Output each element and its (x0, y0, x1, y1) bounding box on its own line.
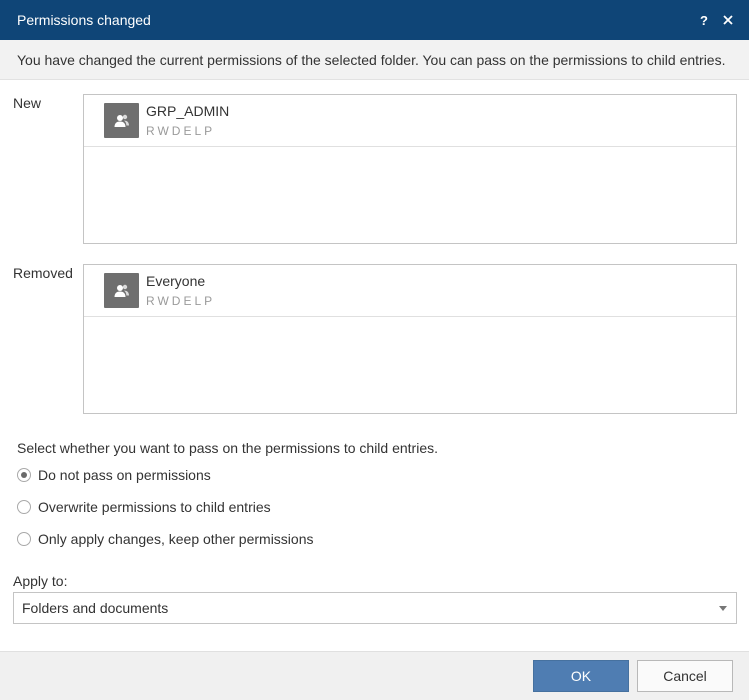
radio-overwrite-permissions[interactable]: Overwrite permissions to child entries (17, 499, 271, 515)
removed-section-label: Removed (13, 265, 73, 281)
radio-do-not-pass-on[interactable]: Do not pass on permissions (17, 467, 211, 483)
info-text: You have changed the current permissions… (17, 52, 726, 68)
pass-on-question: Select whether you want to pass on the p… (17, 440, 438, 456)
ok-button[interactable]: OK (533, 660, 629, 692)
new-section-label: New (13, 95, 42, 111)
permission-name: Everyone (146, 272, 206, 289)
list-item[interactable]: Everyone RWDELP (84, 265, 736, 317)
dialog-title: Permissions changed (17, 12, 151, 28)
radio-button[interactable] (17, 500, 31, 514)
list-item[interactable]: GRP_ADMIN RWDELP (84, 95, 736, 147)
permission-name: GRP_ADMIN (146, 102, 230, 119)
info-banner: You have changed the current permissions… (0, 40, 749, 80)
apply-to-label: Apply to: (13, 573, 68, 589)
radio-only-apply-changes[interactable]: Only apply changes, keep other permissio… (17, 531, 313, 547)
new-permissions-list[interactable]: GRP_ADMIN RWDELP (83, 94, 737, 244)
user-group-icon (104, 273, 139, 308)
removed-permissions-list[interactable]: Everyone RWDELP (83, 264, 737, 414)
radio-button[interactable] (17, 532, 31, 546)
dialog-titlebar: Permissions changed ? (0, 0, 749, 40)
apply-to-select[interactable]: Folders and documents (13, 592, 737, 624)
radio-button[interactable] (17, 468, 31, 482)
close-icon[interactable] (719, 11, 737, 29)
chevron-down-icon[interactable] (719, 605, 727, 611)
question-icon[interactable]: ? (695, 11, 713, 29)
permission-rights: RWDELP (146, 123, 216, 138)
radio-label: Only apply changes, keep other permissio… (38, 531, 314, 547)
cancel-button[interactable]: Cancel (637, 660, 733, 692)
dialog-footer: OK Cancel (0, 651, 749, 700)
user-group-icon (104, 103, 139, 138)
permission-rights: RWDELP (146, 293, 216, 308)
radio-label: Do not pass on permissions (38, 467, 211, 483)
apply-to-value: Folders and documents (22, 600, 169, 616)
radio-label: Overwrite permissions to child entries (38, 499, 271, 515)
